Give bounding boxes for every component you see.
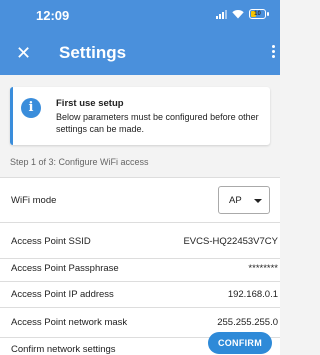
passphrase-label: Access Point Passphrase — [11, 263, 119, 274]
mask-label: Access Point network mask — [11, 317, 128, 328]
ssid-label: Access Point SSID — [11, 236, 91, 247]
ssid-row[interactable]: Access Point SSID EVCS-HQ22453V7CY — [0, 223, 280, 258]
passphrase-row[interactable]: Access Point Passphrase ******** — [0, 259, 280, 281]
wifi-mode-select[interactable]: AP — [218, 186, 270, 214]
ip-label: Access Point IP address — [11, 289, 114, 300]
ip-value: 192.168.0.1 — [227, 289, 278, 300]
ssid-value: EVCS-HQ22453V7CY — [183, 236, 278, 247]
step-label: Step 1 of 3: Configure WiFi access — [10, 157, 149, 167]
passphrase-value: ******** — [248, 263, 278, 274]
battery-icon: 10 — [249, 9, 269, 19]
app-bar: 12:09 10 ✕ Settings — [0, 0, 280, 75]
ip-row[interactable]: Access Point IP address 192.168.0.1 — [0, 282, 280, 307]
wifi-mode-row: WiFi mode AP — [0, 178, 280, 222]
info-card: i First use setup Below parameters must … — [10, 87, 270, 145]
status-time: 12:09 — [36, 8, 70, 23]
signal-icon — [216, 9, 227, 19]
confirm-label: Confirm network settings — [11, 344, 116, 355]
page-title: Settings — [59, 43, 127, 62]
more-options-icon[interactable] — [272, 45, 278, 58]
wifi-icon — [232, 10, 244, 19]
info-icon: i — [21, 98, 41, 118]
status-icons: 10 — [216, 9, 269, 19]
wifi-mode-label: WiFi mode — [11, 195, 57, 206]
info-card-body: Below parameters must be configured befo… — [56, 112, 259, 134]
mask-value: 255.255.255.0 — [217, 317, 278, 328]
info-card-title: First use setup — [56, 98, 124, 109]
battery-level: 10 — [254, 11, 261, 17]
wifi-mode-value: AP — [229, 195, 242, 206]
close-button[interactable]: ✕ — [16, 44, 31, 62]
confirm-row: Confirm network settings CONFIRM — [0, 332, 280, 355]
chevron-down-icon — [254, 199, 262, 203]
confirm-button[interactable]: CONFIRM — [208, 332, 272, 354]
